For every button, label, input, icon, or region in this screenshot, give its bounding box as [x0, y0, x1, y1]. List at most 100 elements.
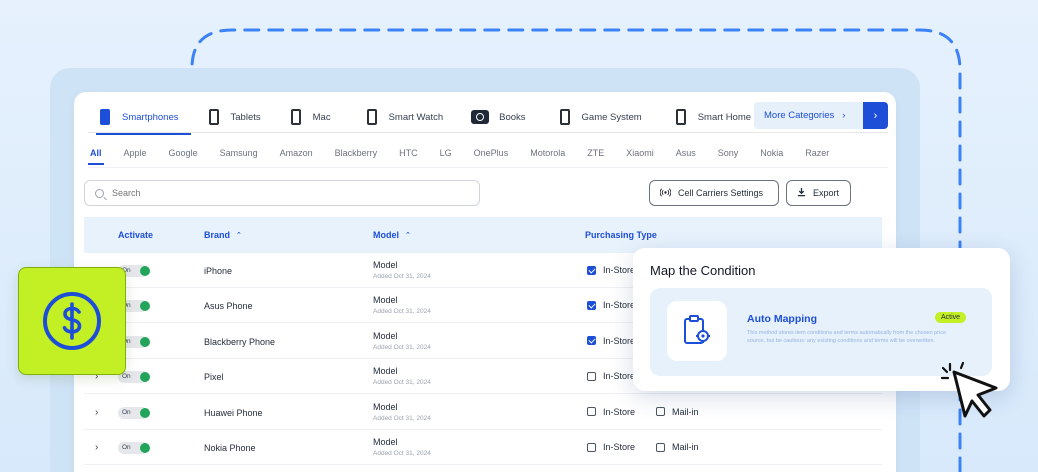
- tab-books[interactable]: Books: [459, 102, 537, 132]
- checkbox-icon: [587, 407, 596, 417]
- checkbox-label: In-Store: [603, 406, 636, 417]
- cell-carriers-settings-button[interactable]: Cell Carriers Settings: [649, 180, 779, 206]
- added-date: Added Oct 31, 2024: [373, 379, 431, 387]
- brand-chip-lg[interactable]: LG: [440, 148, 452, 158]
- tab-game-system[interactable]: Game System: [548, 102, 654, 132]
- header-model[interactable]: Model ⌃: [373, 230, 411, 240]
- signal-icon: [659, 187, 672, 200]
- model-name: Model: [373, 295, 398, 306]
- checkbox-icon: [656, 407, 665, 417]
- smartwatch-icon: [366, 109, 377, 125]
- table-row: › On Huawei Phone Model Added Oct 31, 2024 In…: [84, 395, 882, 430]
- next-categories-button[interactable]: ›: [863, 102, 888, 129]
- checkbox-icon: [587, 300, 596, 310]
- model-cell: Model Added Oct 31, 2024: [373, 437, 431, 457]
- brand-chip-sony[interactable]: Sony: [718, 148, 739, 158]
- search-box[interactable]: [84, 180, 480, 206]
- divider: [88, 132, 888, 133]
- header-activate: Activate: [118, 230, 153, 240]
- tab-smart-home[interactable]: Smart Home: [664, 102, 763, 132]
- checkbox-icon: [587, 265, 596, 275]
- brand-chip-oneplus[interactable]: OnePlus: [474, 148, 509, 158]
- model-cell: Model Added Oct 31, 2024: [373, 402, 431, 422]
- auto-mapping-icon: [667, 301, 727, 361]
- brand-chip-motorola[interactable]: Motorola: [530, 148, 565, 158]
- dollar-badge: [18, 267, 126, 375]
- more-categories-button[interactable]: More Categories ›: [754, 102, 864, 129]
- tab-label: Tablets: [230, 111, 261, 123]
- added-date: Added Oct 31, 2024: [373, 273, 431, 280]
- brand-cell: Huawei Phone: [204, 407, 263, 418]
- added-date: Added Oct 31, 2024: [373, 414, 431, 422]
- in-store-checkbox[interactable]: In-Store: [587, 265, 635, 275]
- brand-chip-asus[interactable]: Asus: [676, 148, 696, 158]
- game-system-icon: [559, 109, 570, 125]
- status-badge: Active: [935, 312, 967, 323]
- brand-chip-nokia[interactable]: Nokia: [760, 148, 783, 158]
- model-cell: Model Added Oct 31, 2024: [373, 366, 431, 386]
- auto-mapping-description: This method stores item conditions and t…: [747, 330, 947, 344]
- brand-cell: Pixel: [204, 372, 224, 383]
- checkbox-icon: [656, 442, 665, 452]
- download-icon: [797, 187, 806, 199]
- button-label: Export: [813, 188, 840, 198]
- added-date: Added Oct 31, 2024: [373, 343, 431, 351]
- brand-chip-apple[interactable]: Apple: [124, 148, 147, 158]
- model-cell: Model Added Oct 31, 2024: [373, 331, 431, 351]
- chevron-right-icon: ›: [873, 109, 878, 122]
- chevron-right-icon[interactable]: ›: [95, 442, 98, 453]
- table-row: › On Nokia Phone Model Added Oct 31, 2024 In-…: [84, 430, 882, 465]
- brand-cell: Nokia Phone: [204, 443, 256, 453]
- checkbox-label: In-Store: [603, 265, 636, 275]
- checkbox-label: Mail-in: [672, 406, 699, 417]
- tab-label: Mac: [312, 111, 331, 123]
- header-label: Model: [373, 230, 399, 240]
- chevron-right-icon: ›: [842, 110, 846, 121]
- mail-in-checkbox[interactable]: Mail-in: [656, 442, 699, 452]
- checkbox-label: In-Store: [603, 371, 636, 382]
- in-store-checkbox[interactable]: In-Store: [587, 300, 635, 310]
- header-label: Purchasing Type: [585, 230, 657, 240]
- model-name: Model: [373, 260, 398, 270]
- brand-chip-blackberry[interactable]: Blackberry: [335, 148, 378, 158]
- search-input[interactable]: [112, 188, 452, 198]
- brand-chip-amazon[interactable]: Amazon: [280, 148, 313, 158]
- activate-toggle[interactable]: On: [118, 406, 150, 419]
- search-icon: [95, 188, 104, 198]
- brand-chip-samsung[interactable]: Samsung: [220, 148, 258, 158]
- header-purchasing-type: Purchasing Type: [585, 230, 657, 240]
- brand-chip-xiaomi[interactable]: Xiaomi: [626, 148, 654, 158]
- brand-chip-razer[interactable]: Razer: [805, 148, 829, 158]
- tab-tablets[interactable]: Tablets: [197, 102, 273, 132]
- tab-smart-watch[interactable]: Smart Watch: [355, 102, 456, 132]
- checkbox-label: In-Store: [603, 442, 636, 452]
- category-tabs: Smartphones Tablets Mac Smart Watch Book…: [88, 102, 763, 135]
- checkbox-icon: [587, 442, 596, 452]
- divider: [88, 167, 888, 168]
- checkbox-label: Mail-in: [672, 442, 699, 452]
- brand-chip-google[interactable]: Google: [169, 148, 198, 158]
- in-store-checkbox[interactable]: In-Store: [587, 407, 635, 417]
- more-categories-label: More Categories: [764, 110, 835, 121]
- tab-mac[interactable]: Mac: [279, 102, 343, 132]
- mail-in-checkbox[interactable]: Mail-in: [656, 407, 699, 417]
- chevron-right-icon[interactable]: ›: [95, 407, 98, 418]
- camera-icon: [471, 110, 490, 124]
- checkbox-label: In-Store: [603, 335, 636, 346]
- in-store-checkbox[interactable]: In-Store: [587, 336, 635, 346]
- activate-toggle[interactable]: On: [118, 442, 150, 454]
- button-label: Cell Carriers Settings: [678, 188, 764, 198]
- tab-smartphones[interactable]: Smartphones: [88, 102, 191, 135]
- checkbox-label: In-Store: [603, 300, 636, 311]
- header-brand[interactable]: Brand ⌃: [204, 230, 242, 240]
- checkbox-icon: [587, 336, 596, 346]
- in-store-checkbox[interactable]: In-Store: [587, 371, 635, 381]
- model-name: Model: [373, 437, 398, 447]
- tab-label: Smart Home: [697, 111, 752, 123]
- export-button[interactable]: Export: [786, 180, 851, 206]
- brand-chip-htc[interactable]: HTC: [399, 148, 418, 158]
- brand-chip-zte[interactable]: ZTE: [587, 148, 604, 158]
- in-store-checkbox[interactable]: In-Store: [587, 442, 635, 452]
- tablet-icon: [208, 109, 219, 125]
- brand-chip-all[interactable]: All: [88, 148, 103, 165]
